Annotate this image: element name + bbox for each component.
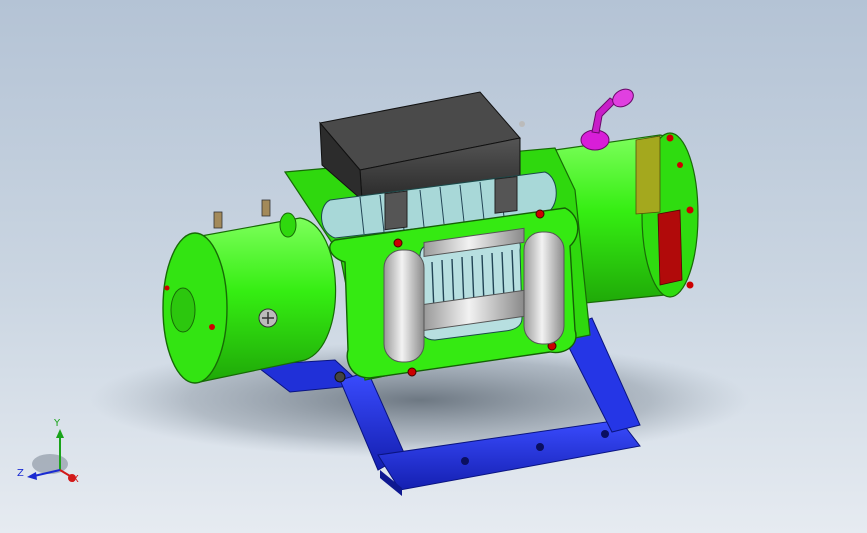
triad-z-label: Z xyxy=(17,468,24,479)
graphics-viewport[interactable]: Y Z X xyxy=(0,0,867,533)
winch-3d-model[interactable] xyxy=(0,0,867,533)
triad-y-label: Y xyxy=(53,418,61,429)
x-axis-icon xyxy=(59,469,71,477)
coordinate-triad: Y Z X xyxy=(17,418,79,485)
brake-band-red xyxy=(657,209,683,286)
brake-band-yellow xyxy=(635,135,661,215)
triad-x-label: X xyxy=(72,474,79,485)
